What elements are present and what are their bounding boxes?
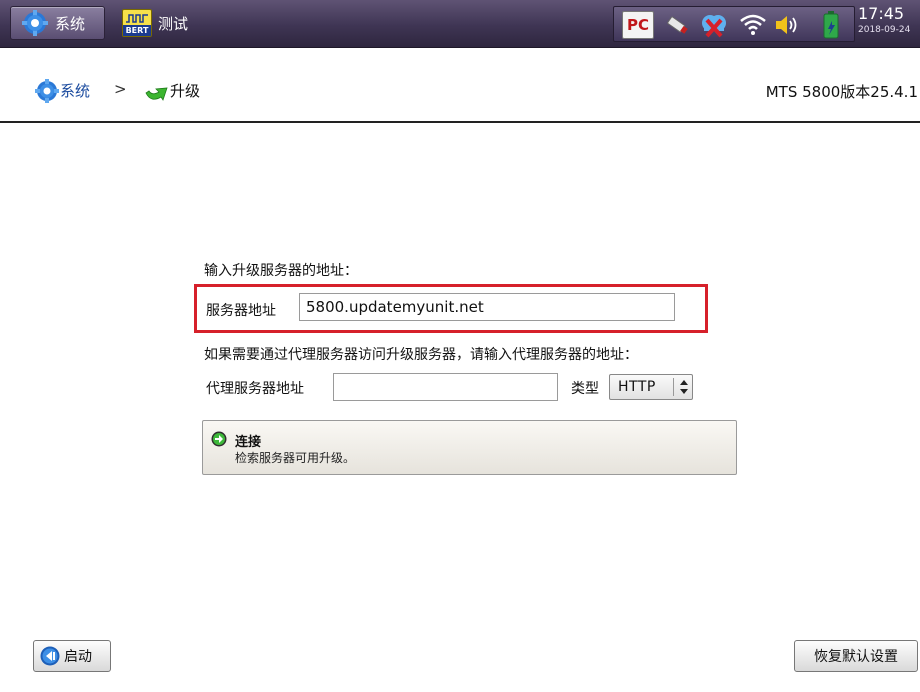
- wifi-icon[interactable]: [738, 11, 768, 39]
- version-label: MTS 5800版本25.4.1: [765, 83, 918, 101]
- type-select[interactable]: HTTP: [609, 374, 693, 400]
- updown-caret-icon: [680, 380, 688, 394]
- test-tab-button[interactable]: BERT 测试: [116, 6, 206, 40]
- proxy-prompt: 如果需要通过代理服务器访问升级服务器，请输入代理服务器的地址：: [204, 347, 638, 363]
- restore-defaults-button[interactable]: 恢复默认设置: [794, 640, 918, 672]
- clock-time: 17:45: [858, 4, 905, 23]
- go-arrow-icon: [211, 431, 227, 447]
- test-tab-label: 测试: [158, 14, 189, 33]
- breadcrumb-current: 升级: [170, 82, 201, 100]
- speaker-icon[interactable]: [772, 11, 802, 39]
- battery-icon[interactable]: [816, 11, 846, 39]
- bert-icon-tag: BERT: [123, 25, 151, 36]
- back-arrow-icon: [40, 646, 60, 666]
- connect-button[interactable]: 连接 检索服务器可用升级。: [202, 420, 737, 475]
- start-button-label: 启动: [64, 649, 92, 665]
- system-tab-button[interactable]: 系统: [10, 6, 105, 40]
- server-address-label: 服务器地址: [206, 303, 276, 319]
- breadcrumb-system-link[interactable]: 系统: [60, 80, 90, 101]
- gear-icon: [22, 10, 48, 36]
- connect-title: 连接: [235, 435, 262, 450]
- clock: 17:45 2018-09-24: [858, 4, 920, 36]
- type-select-value: HTTP: [618, 379, 656, 395]
- start-button[interactable]: 启动: [33, 640, 111, 672]
- system-tab-label: 系统: [55, 14, 86, 33]
- server-address-input[interactable]: 5800.updatemyunit.net: [299, 293, 675, 321]
- select-divider: [673, 378, 674, 396]
- gear-icon: [35, 79, 59, 103]
- breadcrumb-separator: >: [114, 80, 127, 98]
- proxy-address-input[interactable]: [333, 373, 558, 401]
- server-prompt: 输入升级服务器的地址：: [204, 263, 358, 279]
- type-label: 类型: [571, 381, 599, 397]
- connect-description: 检索服务器可用升级。: [235, 451, 356, 465]
- proxy-address-label: 代理服务器地址: [206, 381, 304, 397]
- status-tray: PC: [613, 6, 855, 42]
- network-disconnected-icon[interactable]: [696, 11, 732, 39]
- upgrade-arrow-icon: [145, 87, 168, 101]
- pc-icon[interactable]: PC: [622, 11, 654, 39]
- clock-date: 2018-09-24: [858, 25, 911, 35]
- title-bar: 系统 BERT 测试 PC 17:45 2018-09-24: [0, 0, 920, 48]
- bert-icon: BERT: [122, 9, 152, 37]
- usb-stick-icon[interactable]: [662, 11, 692, 39]
